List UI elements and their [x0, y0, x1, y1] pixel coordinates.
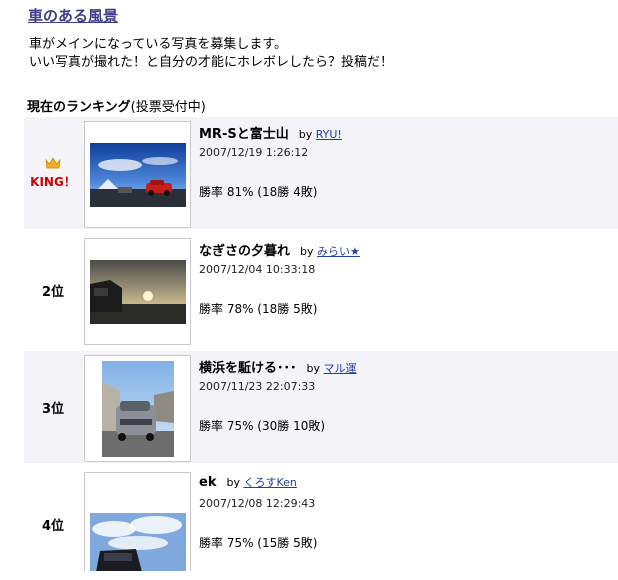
- byline: by みらい★: [300, 245, 360, 258]
- ranking-heading-status: (投票受付中): [130, 100, 206, 115]
- byline: by RYU!: [299, 128, 342, 141]
- byline: by くろすKen: [226, 476, 296, 489]
- rank-label: KING！: [24, 117, 82, 229]
- ranking-heading: 現在のランキング(投票受付中): [27, 96, 206, 115]
- author-link[interactable]: くろすKen: [243, 476, 296, 489]
- post-date: 2007/12/08 12:29:43: [199, 497, 316, 510]
- photo-thumbnail[interactable]: [84, 238, 191, 345]
- win-rate: 勝率 81% (18勝 4敗): [199, 185, 318, 199]
- author-link[interactable]: みらい★: [317, 245, 360, 258]
- win-rate: 勝率 75% (30勝 10敗): [199, 419, 326, 433]
- post-date: 2007/11/23 22:07:33: [199, 380, 316, 393]
- photo-title-text: MR-Sと富士山: [199, 127, 289, 142]
- by-label: by: [306, 362, 321, 375]
- crown-icon: [45, 156, 61, 168]
- photo-title-text: ek: [199, 475, 217, 490]
- photo-title: なぎさの夕暮れ by みらい★: [199, 240, 360, 259]
- author-link[interactable]: RYU!: [316, 128, 342, 141]
- rank-label: 4位: [24, 468, 82, 580]
- by-label: by: [226, 476, 240, 489]
- win-rate: 勝率 75% (15勝 5敗): [199, 536, 318, 550]
- by-label: by: [298, 128, 313, 141]
- ranking-row: 3位 横浜を駈ける･･･ by マル運 2007/11/23 22:07:33 勝…: [24, 351, 618, 463]
- ranking-row: 4位 ek by くろすKen 2007/12/08 12:29:43 勝率 75…: [24, 468, 618, 571]
- page-description: 車がメインになっている写真を募集します。 いい写真が撮れた！と自分の才能にホレボ…: [29, 36, 393, 72]
- author-link[interactable]: マル運: [324, 362, 357, 375]
- photo-thumbnail[interactable]: [84, 121, 191, 228]
- description-line-2: いい写真が撮れた！と自分の才能にホレボレしたら？投稿だ！: [29, 55, 394, 70]
- rank-label: 3位: [24, 351, 82, 463]
- ranking-heading-label: 現在のランキング: [27, 100, 131, 115]
- photo-title: ek by くろすKen: [199, 474, 297, 490]
- photo-thumbnail[interactable]: [84, 472, 191, 571]
- rank-text: 2位: [41, 284, 65, 300]
- rank-text: 3位: [41, 401, 65, 417]
- photo-title-text: 横浜を駈ける･･･: [199, 361, 297, 376]
- photo-title-text: なぎさの夕暮れ: [199, 244, 291, 259]
- rank-text: 4位: [41, 518, 65, 534]
- page-title[interactable]: 車のある風景: [28, 5, 118, 26]
- post-date: 2007/12/19 1:26:12: [199, 146, 309, 159]
- description-line-1: 車がメインになっている写真を募集します。: [29, 37, 288, 52]
- photo-title: MR-Sと富士山 by RYU!: [199, 123, 342, 142]
- post-date: 2007/12/04 10:33:18: [199, 263, 316, 276]
- byline: by マル運: [307, 362, 357, 375]
- rank-label: 2位: [24, 234, 82, 346]
- win-rate: 勝率 78% (18勝 5敗): [199, 302, 318, 316]
- photo-title: 横浜を駈ける･･･ by マル運: [199, 357, 357, 376]
- by-label: by: [300, 245, 314, 258]
- ranking-row: 2位 なぎさの夕暮れ by みらい★ 2007/12/04 10:33:18 勝率…: [24, 234, 618, 346]
- rank-text: KING！: [30, 174, 76, 189]
- ranking-row: KING！ MR-Sと富士山 by RYU! 2007/12/19 1:26:1…: [24, 117, 618, 229]
- photo-thumbnail[interactable]: [84, 355, 191, 462]
